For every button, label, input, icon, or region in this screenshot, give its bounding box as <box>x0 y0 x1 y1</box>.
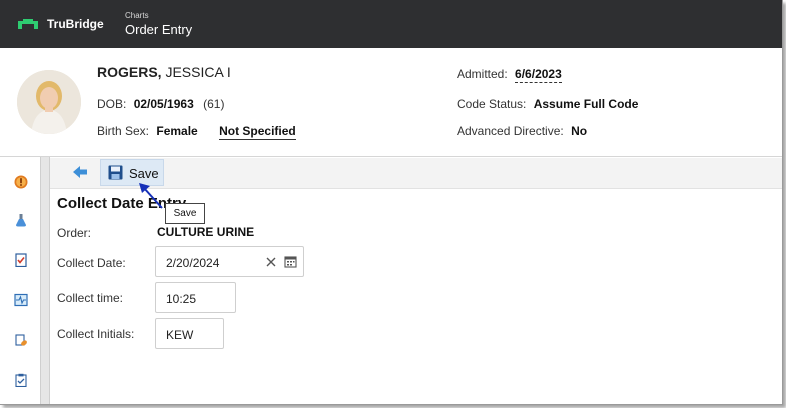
code-status-value: Assume Full Code <box>533 97 639 111</box>
vitals-monitor-icon[interactable] <box>14 293 28 307</box>
save-button-label: Save <box>129 166 159 181</box>
advanced-directive-label: Advanced Directive: <box>457 124 564 138</box>
collect-time-value: 10:25 <box>166 292 197 306</box>
code-status-label: Code Status: <box>457 97 527 111</box>
mouse-pointer-icon <box>139 183 163 209</box>
admitted-row: Admitted: 6/6/2023 <box>457 67 562 83</box>
dob-value: 02/05/1963 <box>133 97 194 111</box>
collect-date-field[interactable]: 2/20/2024 <box>155 246 304 277</box>
patient-last-name: ROGERS, <box>97 64 162 80</box>
dob-label: DOB: <box>97 97 127 111</box>
medication-icon[interactable] <box>14 333 28 347</box>
birth-sex-value: Female <box>156 124 198 138</box>
collect-date-label: Collect Date: <box>57 256 126 270</box>
clipboard-icon[interactable] <box>14 373 28 387</box>
advanced-directive-row: Advanced Directive: No <box>457 124 587 138</box>
save-disk-icon <box>108 165 123 180</box>
collect-initials-value: KEW <box>166 328 194 342</box>
checklist-icon[interactable] <box>14 253 28 267</box>
page-title: Order Entry <box>125 22 193 37</box>
alert-icon[interactable] <box>14 175 28 189</box>
collect-date-value: 2/20/2024 <box>166 256 220 270</box>
admitted-value[interactable]: 6/6/2023 <box>515 67 562 83</box>
age-value: (61) <box>203 97 225 111</box>
back-arrow-icon[interactable] <box>72 165 88 179</box>
order-value: CULTURE URINE <box>157 225 255 239</box>
clear-icon[interactable] <box>266 257 276 267</box>
advanced-directive-value: No <box>571 124 588 138</box>
collect-initials-label: Collect Initials: <box>57 327 135 341</box>
collect-initials-field[interactable]: KEW <box>155 318 224 349</box>
gender-identity-link[interactable]: Not Specified <box>219 124 296 140</box>
collect-time-label: Collect time: <box>57 291 124 305</box>
rail-divider <box>40 157 50 404</box>
trubridge-logo-icon <box>18 19 38 29</box>
left-nav-rail <box>0 157 40 404</box>
top-bar: TruBridge Charts Order Entry <box>0 0 782 48</box>
save-tooltip: Save <box>165 203 205 224</box>
admitted-label: Admitted: <box>457 67 508 81</box>
birth-sex-row: Birth Sex: Female Not Specified <box>97 124 296 140</box>
collect-time-field[interactable]: 10:25 <box>155 282 236 313</box>
app-window: TruBridge Charts Order Entry ROGERS, JES… <box>0 0 783 405</box>
dob-row: DOB: 02/05/1963 (61) <box>97 97 224 111</box>
patient-banner: ROGERS, JESSICA I DOB: 02/05/1963 (61) B… <box>0 48 782 157</box>
breadcrumb[interactable]: Charts <box>125 11 149 20</box>
lab-flask-icon[interactable] <box>14 213 28 227</box>
code-status-row: Code Status: Assume Full Code <box>457 97 638 111</box>
patient-avatar <box>17 70 81 134</box>
calendar-icon[interactable] <box>284 255 297 268</box>
patient-name: ROGERS, JESSICA I <box>97 64 231 80</box>
patient-first-name: JESSICA I <box>161 64 231 80</box>
birth-sex-label: Birth Sex: <box>97 124 150 138</box>
order-label: Order: <box>57 226 92 240</box>
brand-name: TruBridge <box>47 17 104 31</box>
